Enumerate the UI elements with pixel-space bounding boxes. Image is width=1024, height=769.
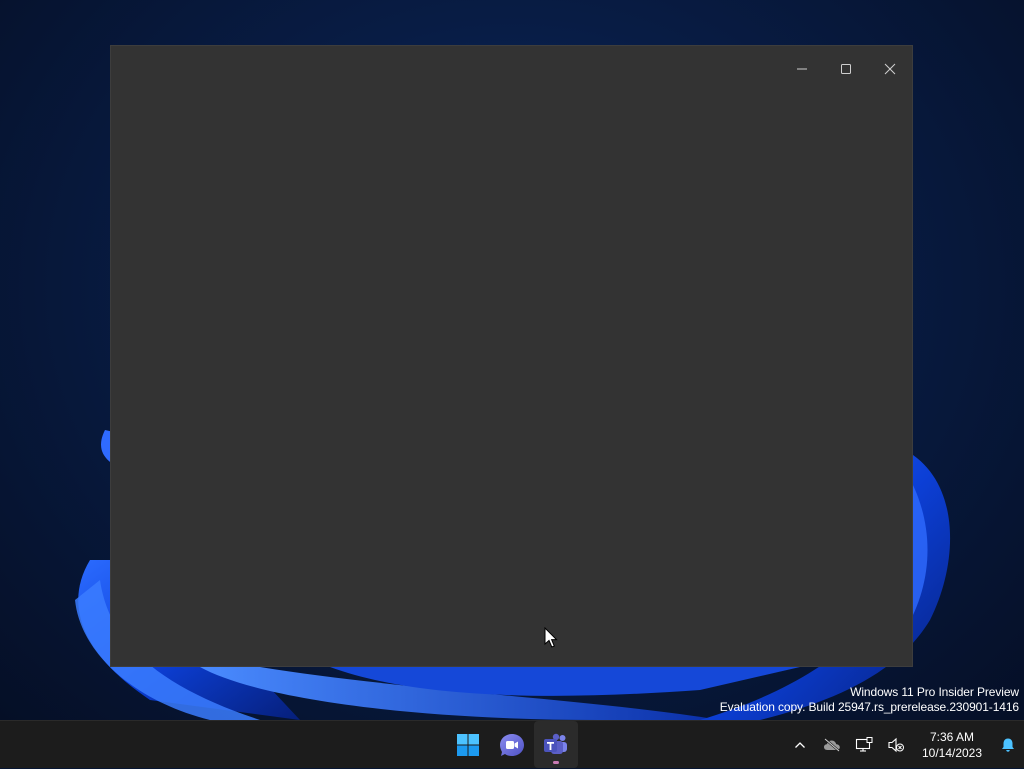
watermark-edition: Windows 11 Pro Insider Preview	[850, 685, 1019, 699]
watermark-build: Evaluation copy. Build 25947.rs_prerelea…	[719, 700, 1019, 714]
teams-icon	[544, 733, 567, 754]
network-icon	[855, 737, 873, 752]
clock-date: 10/14/2023	[921, 746, 983, 760]
volume-button[interactable]	[880, 725, 912, 765]
system-tray: 7:36 AM 10/14/2023	[784, 721, 1024, 769]
maximize-button[interactable]	[824, 46, 868, 92]
cloud-offline-icon	[824, 738, 840, 752]
onedrive-button[interactable]	[816, 725, 848, 765]
taskbar: 7:36 AM 10/14/2023	[0, 720, 1024, 768]
chevron-up-icon	[795, 742, 805, 748]
minimize-button[interactable]	[780, 46, 824, 92]
taskbar-apps	[446, 721, 578, 769]
running-indicator	[553, 761, 559, 764]
bell-icon	[1002, 738, 1014, 752]
start-button[interactable]	[446, 721, 490, 768]
video-chat-icon	[500, 733, 524, 756]
notifications-button[interactable]	[992, 725, 1024, 765]
clock[interactable]: 7:36 AM 10/14/2023	[912, 729, 992, 761]
close-button[interactable]	[868, 46, 912, 92]
caption-buttons	[780, 46, 912, 92]
teams-button[interactable]	[534, 721, 578, 768]
volume-muted-icon	[888, 737, 904, 753]
minimize-icon	[797, 68, 807, 70]
app-window[interactable]	[110, 45, 913, 667]
windows-logo-icon	[457, 733, 479, 756]
maximize-icon	[841, 64, 851, 74]
clock-time: 7:36 AM	[929, 730, 975, 744]
evaluation-watermark: Windows 11 Pro Insider Preview Evaluatio…	[720, 685, 1019, 715]
close-icon	[884, 63, 896, 75]
mouse-cursor-icon	[544, 627, 558, 648]
network-button[interactable]	[848, 725, 880, 765]
show-hidden-icons-button[interactable]	[784, 725, 816, 765]
chat-button[interactable]	[490, 721, 534, 768]
